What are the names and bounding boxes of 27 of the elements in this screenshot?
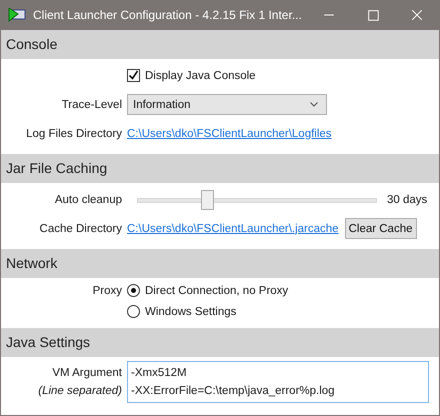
trace-level-dropdown[interactable]: Information (127, 94, 327, 115)
radio-button[interactable] (127, 284, 140, 297)
field-label: Cache Directory (40, 222, 122, 234)
section-header: Network (1, 249, 439, 278)
radio-option[interactable]: Direct Connection, no Proxy (127, 284, 288, 297)
play-icon (8, 8, 26, 22)
radio-option[interactable]: Windows Settings (127, 305, 236, 318)
section-header: Jar File Caching (1, 154, 439, 183)
cleanup-slider[interactable] (137, 190, 377, 210)
field-label: Auto cleanup (54, 194, 122, 206)
section-header: Java Settings (1, 328, 439, 357)
directory-link[interactable]: C:\Users\dko\FSClientLauncher\Logfiles (127, 128, 332, 140)
field-label: Log Files Directory (26, 128, 122, 140)
display-console-checkbox[interactable]: Display Java Console (127, 69, 256, 82)
chevron-down-icon (310, 102, 318, 107)
radio-button[interactable] (127, 305, 140, 318)
clear-cache-button[interactable]: Clear Cache (344, 218, 416, 239)
field-label: VM Argument (52, 366, 122, 381)
slider-reading: 30 days (387, 194, 428, 206)
field-label: Trace-Level (62, 98, 122, 110)
field-hint: (Line separated) (38, 384, 122, 399)
field-label: Proxy (92, 284, 122, 296)
section-header: Console (1, 30, 439, 59)
vm-arguments-field[interactable]: -Xmx512M -XX:ErrorFile=C:\temp\java_error%p.log (127, 361, 429, 403)
window-title: Client Launcher Configuration - 4.2.15 Fix 1 Inter... (33, 8, 303, 22)
directory-link[interactable]: C:\Users\dko\FSClientLauncher\.jarcache (127, 222, 339, 234)
checkmark-icon (128, 70, 139, 81)
